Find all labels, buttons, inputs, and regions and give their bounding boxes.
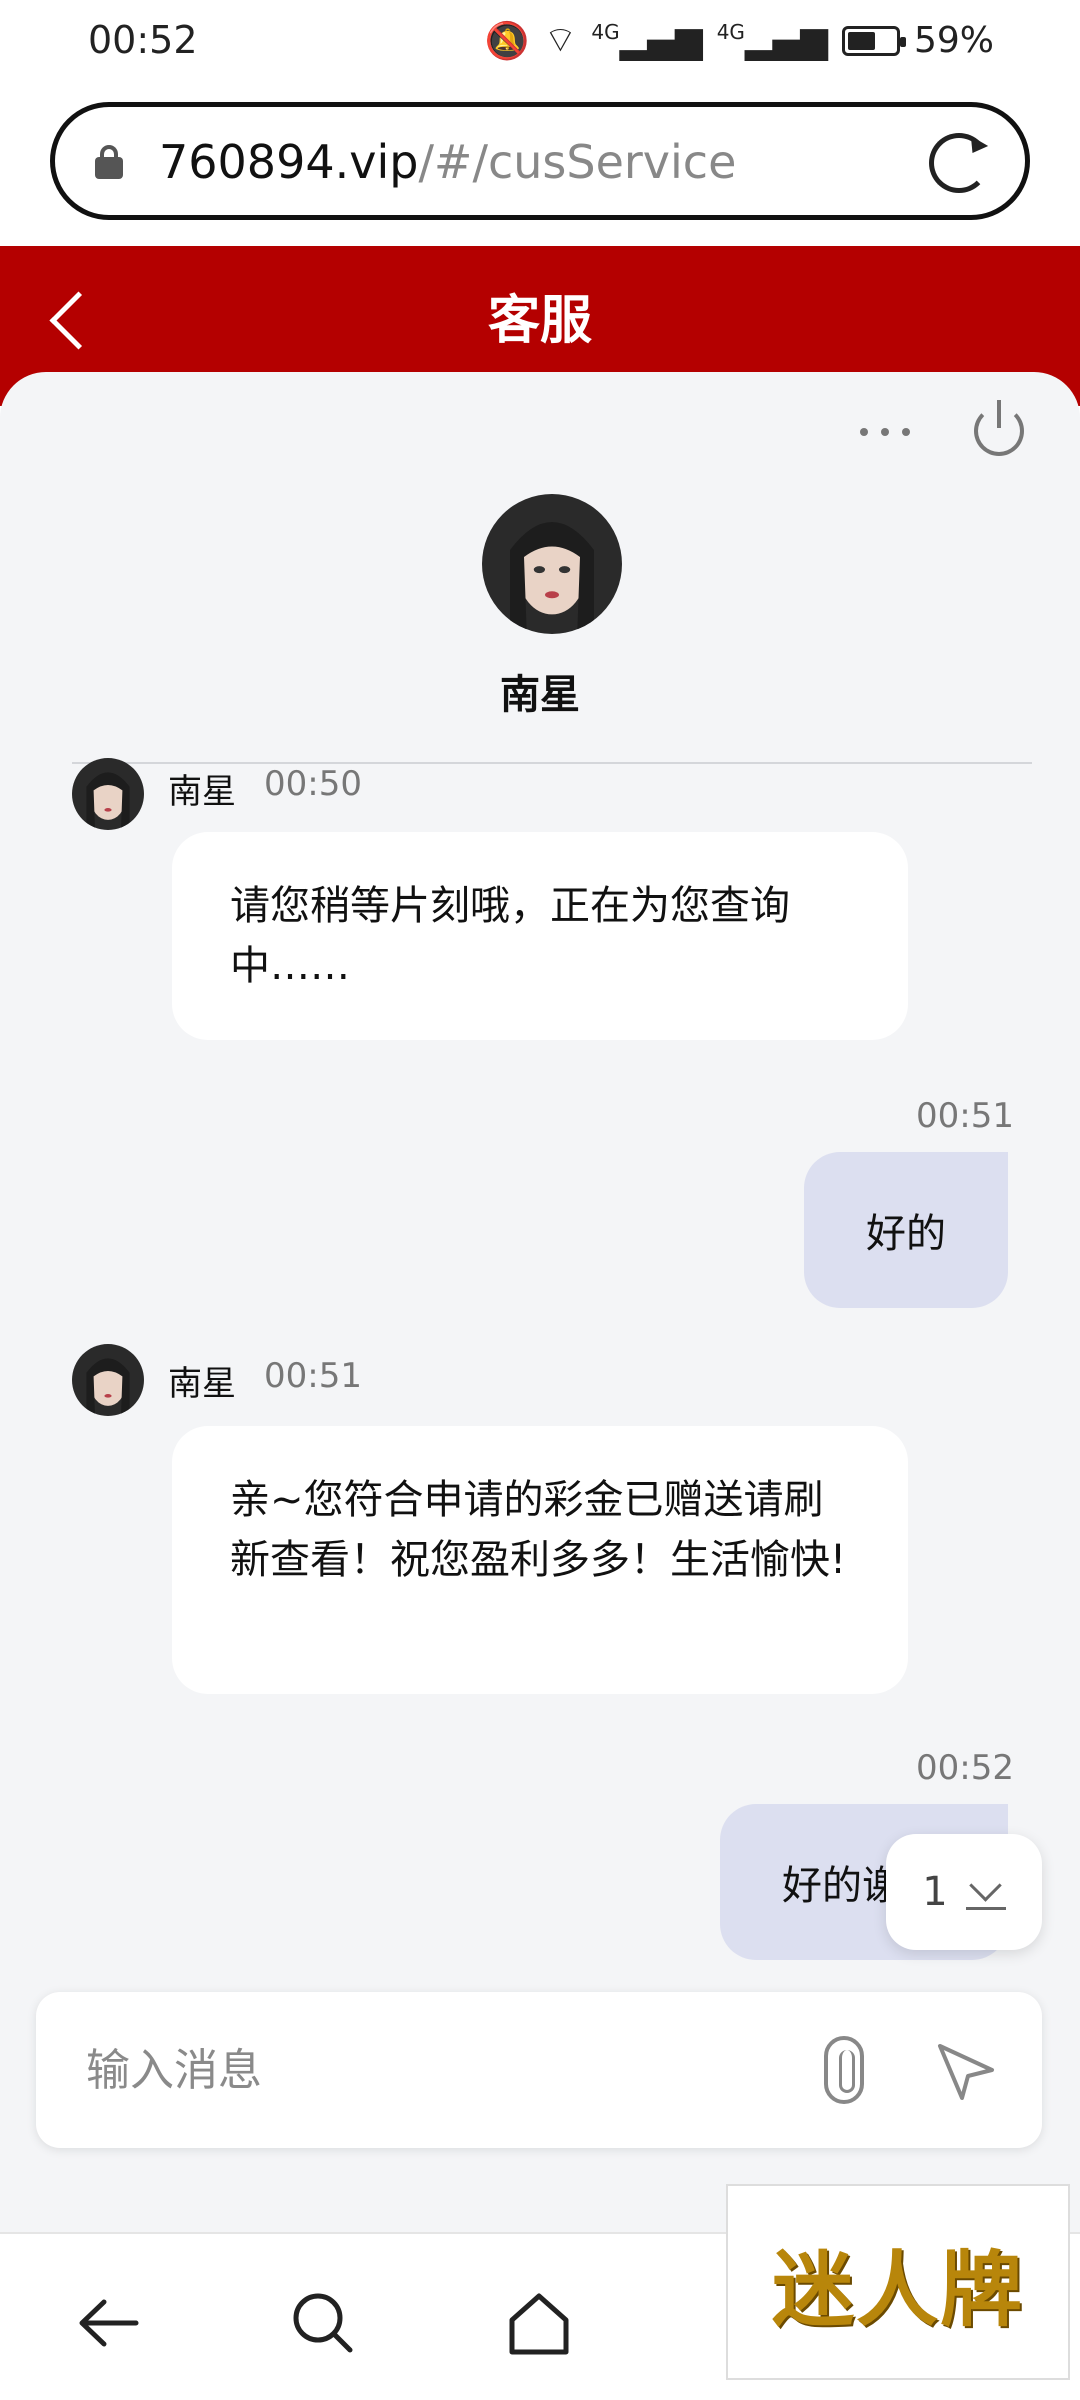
status-time: 00:52: [88, 18, 198, 62]
agent-name: 南星: [500, 672, 580, 718]
scroll-to-bottom-button[interactable]: 1: [886, 1834, 1042, 1950]
incoming-bubble: 请您稍等片刻哦，正在为您查询中……: [172, 832, 908, 1040]
status-bar: 00:52 🔕 ⌔ 4G▂▄▆ 4G▂▄▆ 59%: [0, 0, 1080, 82]
paperclip-icon[interactable]: [824, 2036, 864, 2104]
arrow-down-icon: [965, 1874, 1006, 1910]
reload-icon[interactable]: [929, 133, 989, 193]
status-icons: 🔕 ⌔ 4G▂▄▆ 4G▂▄▆ 59%: [485, 18, 994, 63]
battery-percent: 59%: [913, 20, 994, 61]
more-options-icon[interactable]: [860, 428, 910, 440]
message-composer: [36, 1992, 1042, 2148]
agent-avatar: [482, 494, 622, 634]
message-avatar: [72, 1344, 144, 1416]
message-time: 00:50: [264, 764, 362, 804]
address-bar[interactable]: 760894.vip/#/cusService: [50, 102, 1030, 220]
power-icon[interactable]: [974, 400, 1024, 456]
wifi-icon: ⌔: [543, 20, 578, 61]
page-title: 客服: [487, 291, 592, 351]
mute-icon: 🔕: [484, 20, 530, 62]
unread-count: 1: [922, 1869, 948, 1915]
chat-panel: 南星 南星 00:50 请您稍等片刻哦，正在为您查询中…… 00:51 好的 南…: [0, 372, 1080, 2232]
message-time: 00:52: [916, 1748, 1014, 1788]
message-sender: 南星: [168, 1364, 236, 1404]
send-icon[interactable]: [934, 2040, 998, 2104]
incoming-bubble: 亲~您符合申请的彩金已赠送请刷新查看！祝您盈利多多！生活愉快!: [172, 1426, 908, 1694]
avatar-face-icon: [72, 758, 144, 830]
message-avatar: [72, 758, 144, 830]
watermark-logo: 迷人牌: [726, 2184, 1070, 2380]
battery-icon: [841, 25, 906, 56]
message-time: 00:51: [264, 1356, 362, 1396]
avatar-face-icon: [482, 494, 622, 634]
url-text[interactable]: 760894.vip/#/cusService: [159, 135, 736, 189]
url-host: 760894.vip: [159, 135, 419, 189]
signal-icon: 4G▂▄▆: [591, 20, 703, 61]
back-icon[interactable]: [74, 2288, 144, 2358]
search-icon[interactable]: [288, 2288, 358, 2358]
message-input[interactable]: [86, 2038, 786, 2102]
avatar-face-icon: [72, 1344, 144, 1416]
url-path: /#/cusService: [418, 135, 737, 189]
message-time: 00:51: [916, 1096, 1014, 1136]
watermark-text: 迷人牌: [771, 2241, 1024, 2338]
lock-icon: [95, 145, 123, 179]
home-icon[interactable]: [504, 2288, 574, 2358]
outgoing-bubble: 好的: [804, 1152, 1008, 1308]
signal-icon-2: 4G▂▄▆: [716, 20, 828, 61]
message-sender: 南星: [168, 772, 236, 812]
